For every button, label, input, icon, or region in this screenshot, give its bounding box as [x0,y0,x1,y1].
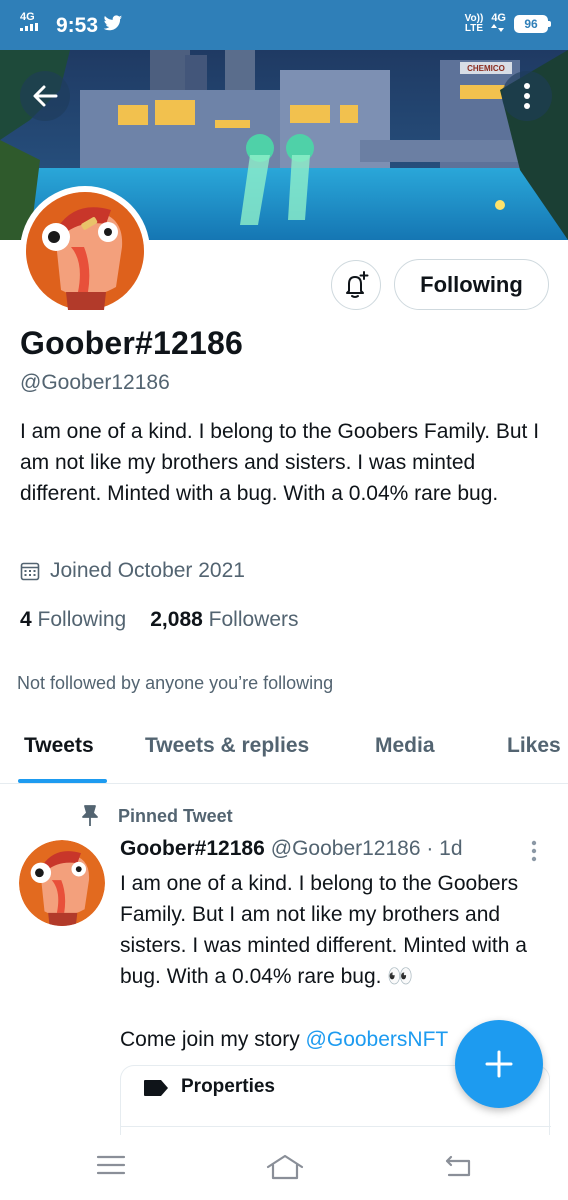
profile-tabs: Tweets Tweets & replies Media Likes [0,716,568,784]
recent-apps-icon[interactable] [96,1153,126,1177]
profile-avatar[interactable] [20,186,150,316]
followers-count: 2,088 [150,608,203,631]
pinned-tweet-label: Pinned Tweet [80,805,233,827]
twitter-bird-icon [103,15,123,31]
signal-icon [20,23,38,31]
tweet-more-icon[interactable] [530,840,538,864]
followers-count-link[interactable]: 2,088 Followers [150,608,298,632]
network-indicator-right: 4G [491,13,506,35]
tweet-body: I am one of a kind. I belong to the Goob… [120,872,527,988]
network-indicator-left: 4G [20,12,38,34]
kebab-menu-icon [524,83,530,109]
calendar-icon [20,562,40,581]
tab-media[interactable]: Media [375,734,435,758]
tweet-avatar[interactable] [19,840,105,926]
tweet-header: Goober#12186 @Goober12186 · 1d [120,837,463,861]
active-tab-indicator [18,779,107,783]
lte-label: LTE [464,23,484,34]
followers-label: Followers [208,608,299,631]
tab-likes[interactable]: Likes [507,734,561,758]
tweet-cta-line: Come join my story @GoobersNFT [120,1024,470,1055]
following-count: 4 [20,608,32,631]
network-right-label: 4G [491,12,506,24]
tweet-author-name[interactable]: Goober#12186 [120,837,265,861]
banner-sign: CHEMICO [467,64,505,73]
card-label: Properties [181,1076,275,1097]
goober-avatar-image [26,192,144,310]
joined-date: Joined October 2021 [20,559,245,583]
follow-counts: 4 Following 2,088 Followers [20,608,299,632]
back-button[interactable] [20,71,70,121]
tweet-mention-link[interactable]: @GoobersNFT [306,1028,449,1051]
following-button[interactable]: Following [394,259,549,310]
pinned-text: Pinned Tweet [118,805,233,826]
compose-tweet-button[interactable] [455,1020,543,1108]
profile-handle: @Goober12186 [20,371,170,394]
status-bar: 4G 9:53 Vo)) LTE 4G 96 [0,0,568,50]
signal-arrows-icon [491,24,505,32]
system-nav-bar [0,1135,568,1200]
status-right: Vo)) LTE 4G 96 [465,13,551,35]
back-nav-icon[interactable] [443,1153,473,1179]
network-label: 4G [20,11,35,23]
tweet-meta: @Goober12186 · 1d [270,837,463,860]
card-divider [121,1126,551,1127]
goober-avatar-image [19,840,105,926]
home-icon[interactable] [265,1153,305,1181]
following-count-link[interactable]: 4 Following [20,608,126,632]
mutual-followers-note: Not followed by anyone you’re following [17,673,334,693]
arrow-left-icon [33,85,58,107]
following-label: Following [37,608,127,631]
clock: 9:53 [56,14,99,37]
more-options-button[interactable] [502,71,552,121]
battery-indicator: 96 [514,15,551,33]
tab-tweets-replies[interactable]: Tweets & replies [145,734,309,758]
label-tag-icon [144,1080,168,1096]
bell-plus-icon [346,271,369,298]
tweet-cta-text: Come join my story [120,1028,306,1051]
volte-indicator: Vo)) LTE [465,14,484,34]
tab-tweets[interactable]: Tweets [24,734,94,758]
plus-icon [485,1050,513,1078]
profile-bio: I am one of a kind. I belong to the Goob… [20,420,540,505]
joined-text: Joined October 2021 [50,559,245,582]
pin-icon [82,805,98,826]
notifications-button[interactable] [331,260,381,310]
profile-name: Goober#12186 [20,325,243,361]
